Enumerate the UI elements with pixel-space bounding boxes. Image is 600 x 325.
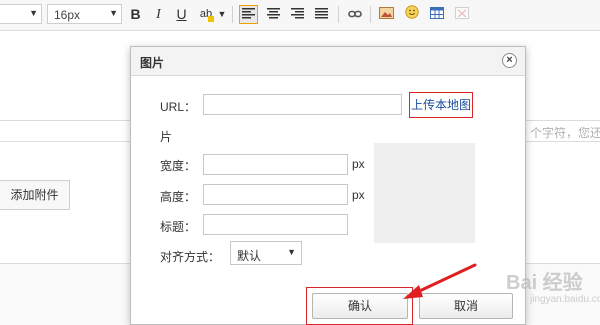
char-count-text: 5 个字符，您还 xyxy=(520,126,600,140)
align-center-icon xyxy=(267,8,280,19)
align-label: 对齐方式： xyxy=(160,250,221,264)
font-size-value: 16px xyxy=(54,8,81,22)
font-family-select[interactable]: ▼ xyxy=(0,4,42,24)
dialog-title: 图片 xyxy=(140,56,165,70)
watermark-text: Bai 经验 xyxy=(506,272,583,294)
confirm-button[interactable]: 确认 xyxy=(312,293,408,319)
chevron-down-icon: ▼ xyxy=(29,8,38,18)
url-input[interactable] xyxy=(203,94,402,115)
baidu-watermark: Bai 经验 jingyan.baidu.com xyxy=(478,256,600,316)
dialog-header: 图片 × xyxy=(131,47,525,76)
table-delete-icon xyxy=(454,7,469,19)
image-dialog: 图片 × URL： 上传本地图 片 宽度： px 高度： px 标题： 对齐方式… xyxy=(130,46,526,325)
height-label: 高度： xyxy=(160,190,197,204)
align-left-icon xyxy=(242,8,255,19)
image-preview xyxy=(374,143,475,243)
italic-button[interactable]: I xyxy=(149,5,168,24)
font-size-select[interactable]: 16px ▼ xyxy=(47,4,122,24)
width-unit: px xyxy=(352,157,365,171)
align-right-button[interactable] xyxy=(288,5,307,24)
chevron-down-icon[interactable]: ▼ xyxy=(217,5,227,24)
height-unit: px xyxy=(352,188,365,202)
height-input[interactable] xyxy=(203,184,348,205)
upload-local-image-link[interactable]: 上传本地图 xyxy=(409,92,473,118)
pen-icon xyxy=(208,16,214,22)
highlight-color-button[interactable]: ab xyxy=(196,5,216,24)
chevron-down-icon: ▼ xyxy=(287,247,296,257)
watermark-sub: jingyan.baidu.com xyxy=(530,294,600,305)
red-arrow-annotation xyxy=(403,263,477,299)
smiley-icon xyxy=(404,5,419,19)
toolbar-divider xyxy=(338,6,339,23)
align-select[interactable]: 默认 ▼ xyxy=(230,241,302,265)
align-value: 默认 xyxy=(237,249,262,263)
insert-image-button[interactable] xyxy=(377,5,396,24)
table-icon xyxy=(429,7,444,19)
insert-table-button[interactable] xyxy=(427,5,446,24)
bold-button[interactable]: B xyxy=(126,5,145,24)
add-attachment-button[interactable]: 添加附件 xyxy=(0,180,70,210)
delete-table-button[interactable] xyxy=(452,5,471,24)
width-input[interactable] xyxy=(203,154,348,175)
url-label: URL： xyxy=(160,100,197,114)
close-icon[interactable]: × xyxy=(502,53,517,68)
upload-label-wrap: 片 xyxy=(160,130,173,144)
emoticon-button[interactable] xyxy=(402,5,421,24)
image-icon xyxy=(379,7,394,19)
align-justify-icon xyxy=(315,8,328,19)
caption-label: 标题： xyxy=(160,220,197,234)
align-right-icon xyxy=(291,8,304,19)
align-left-button[interactable] xyxy=(239,5,258,24)
chevron-down-icon: ▼ xyxy=(109,8,118,18)
align-justify-button[interactable] xyxy=(312,5,331,24)
link-button[interactable] xyxy=(345,5,364,24)
toolbar-divider xyxy=(370,6,371,23)
underline-button[interactable]: U xyxy=(172,5,191,24)
toolbar-divider xyxy=(232,6,233,23)
editor-toolbar: ▼ 16px ▼ B I U ab ▼ xyxy=(0,0,600,31)
width-label: 宽度： xyxy=(160,159,197,173)
caption-input[interactable] xyxy=(203,214,348,235)
link-icon xyxy=(347,10,362,18)
align-center-button[interactable] xyxy=(264,5,283,24)
